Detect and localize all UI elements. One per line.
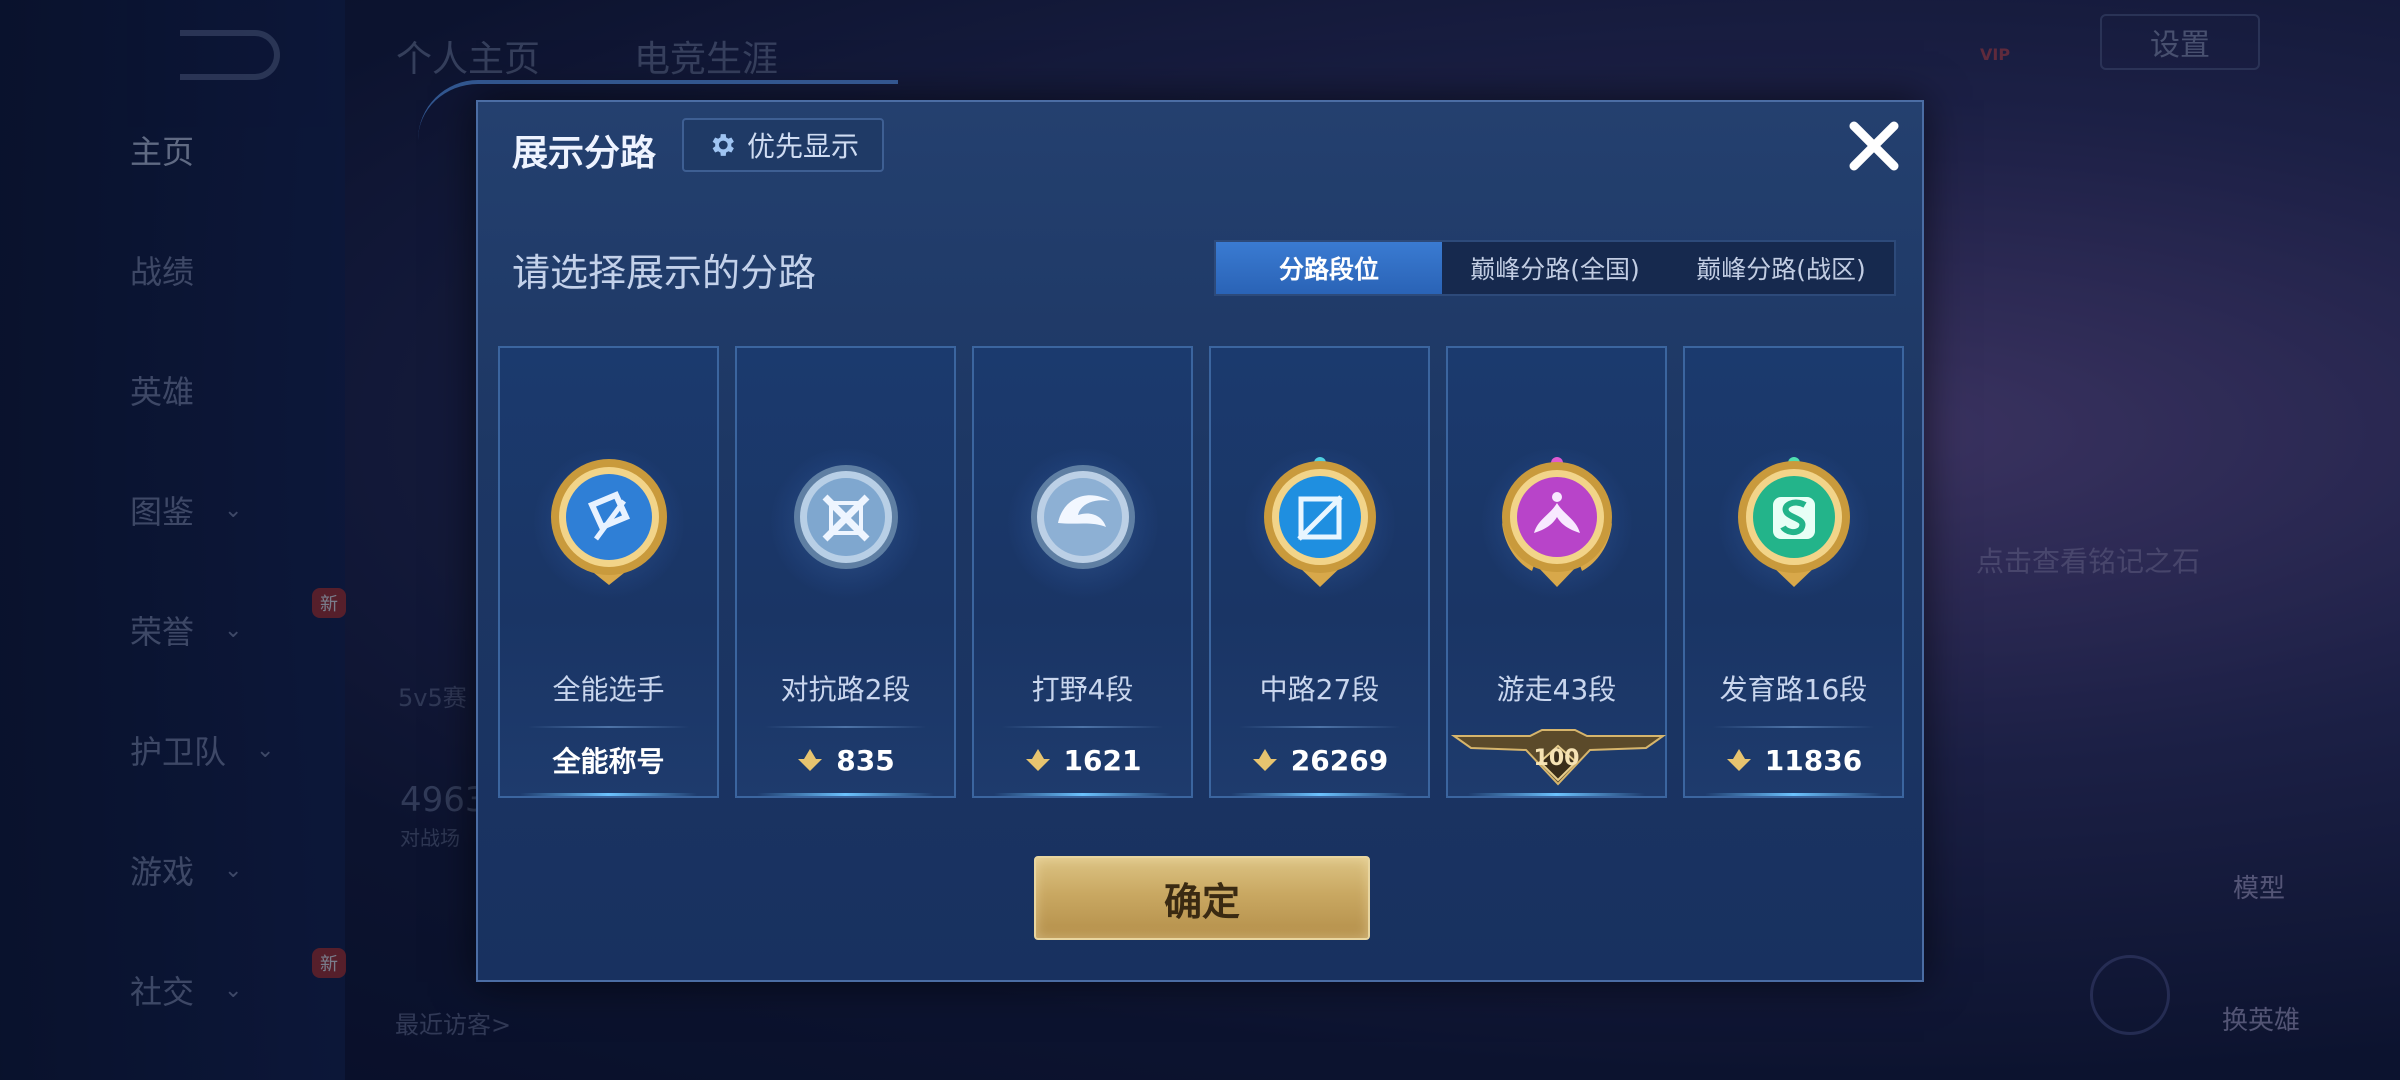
peak-score-value: 835 — [836, 743, 895, 777]
all-round-title-text: 全能称号 — [552, 745, 665, 778]
lane-label: 打野4段 — [1031, 673, 1134, 706]
clash-lane-emblem-icon — [793, 465, 898, 569]
emblem-glow — [1718, 448, 1869, 598]
lane-card-all-round[interactable]: 全能选手 全能称号 — [498, 346, 719, 798]
lane-value: 全能称号 — [500, 740, 717, 780]
lane-card-jungle[interactable]: 打野4段 1621 — [972, 346, 1193, 798]
peak-score-value: 11836 — [1764, 743, 1863, 777]
priority-display-button[interactable]: 优先显示 — [682, 118, 884, 172]
confirm-button[interactable]: 确定 — [1034, 856, 1370, 940]
divider — [765, 726, 926, 728]
lane-display-dialog: 展示分路 优先显示 请选择展示的分路 分路段位 巅峰分路(全国) 巅峰分路(战区… — [418, 80, 1924, 982]
close-icon — [1849, 121, 1899, 171]
peak-score-value: 26269 — [1290, 743, 1389, 777]
lane-card-list: 全能选手 全能称号 对抗路2段 835 打野4段 1621 中路27段 2626… — [498, 346, 1904, 798]
emblem-glow — [533, 448, 684, 598]
tab-peak-lane-national[interactable]: 巅峰分路(全国) — [1442, 242, 1668, 294]
dialog-title: 展示分路 — [512, 133, 657, 174]
lane-value: 1621 — [974, 740, 1191, 780]
lane-card-mid[interactable]: 中路27段 26269 — [1209, 346, 1430, 798]
roam-emblem-icon — [1501, 457, 1612, 587]
lane-card-clash[interactable]: 对抗路2段 835 — [735, 346, 956, 798]
lane-label: 游走43段 — [1496, 673, 1617, 706]
peak-score-icon — [798, 749, 823, 771]
dialog-subtitle: 请选择展示的分路 — [512, 251, 817, 295]
lane-value: 26269 — [1211, 740, 1428, 780]
lane-value: 835 — [737, 740, 954, 780]
lane-label: 对抗路2段 — [780, 673, 911, 706]
divider — [1002, 726, 1163, 728]
rank-100-value: 100 — [1533, 746, 1580, 771]
emblem-glow — [1481, 448, 1632, 598]
close-button[interactable] — [1836, 108, 1912, 184]
peak-score-icon — [1252, 749, 1277, 771]
emblem-glow — [1244, 448, 1395, 598]
farm-lane-emblem-icon — [1737, 457, 1850, 587]
lane-card-roam[interactable]: 游走43段 100 — [1446, 346, 1667, 798]
divider — [1239, 726, 1400, 728]
divider — [1713, 726, 1874, 728]
all-round-emblem-icon — [550, 459, 667, 585]
emblem-glow — [770, 448, 921, 598]
priority-display-label: 优先显示 — [746, 130, 859, 163]
gear-icon — [712, 134, 734, 156]
top-100-badge: 100 — [1450, 728, 1667, 798]
lane-card-farm[interactable]: 发育路16段 11836 — [1683, 346, 1904, 798]
tab-lane-rank[interactable]: 分路段位 — [1216, 242, 1442, 294]
divider — [528, 726, 689, 728]
tab-peak-lane-region[interactable]: 巅峰分路(战区) — [1668, 242, 1894, 294]
lane-value: 11836 — [1685, 740, 1902, 780]
mid-lane-emblem-icon — [1263, 457, 1376, 587]
peak-score-value: 1621 — [1063, 743, 1142, 777]
lane-label: 全能选手 — [552, 673, 665, 706]
peak-score-icon — [1726, 749, 1751, 771]
peak-score-icon — [1025, 749, 1050, 771]
emblem-glow — [1007, 448, 1158, 598]
lane-label: 中路27段 — [1259, 673, 1380, 706]
lane-tabs: 分路段位 巅峰分路(全国) 巅峰分路(战区) — [1214, 240, 1896, 296]
jungle-emblem-icon — [1030, 465, 1135, 569]
lane-label: 发育路16段 — [1719, 673, 1868, 706]
